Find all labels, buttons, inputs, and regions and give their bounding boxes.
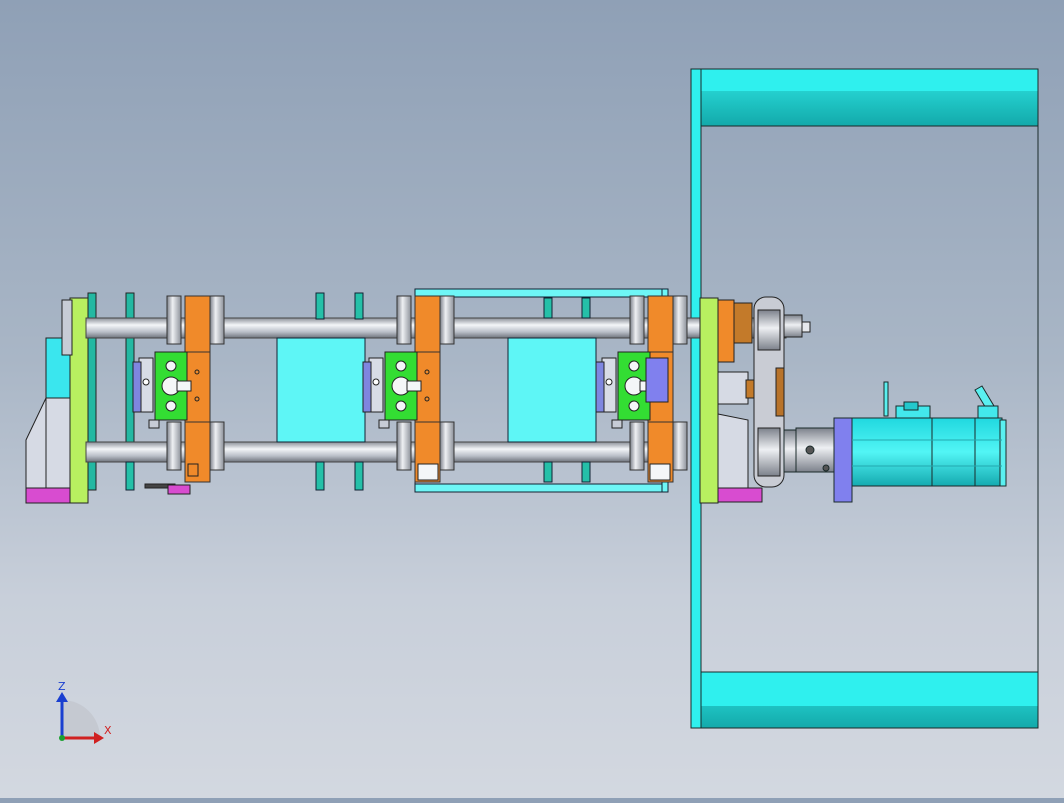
right-magenta-foot[interactable] xyxy=(717,487,763,503)
motor-flange[interactable] xyxy=(833,417,853,503)
motor-body[interactable] xyxy=(851,417,1003,487)
upper-pulley-hub[interactable] xyxy=(783,314,803,338)
z-axis-label: Z xyxy=(58,680,66,693)
right-plate-block[interactable] xyxy=(717,371,749,405)
servo-motor[interactable] xyxy=(783,381,1007,503)
left-plate[interactable] xyxy=(69,297,89,504)
right-bearing-block[interactable] xyxy=(717,299,735,363)
cad-viewport[interactable]: Z X xyxy=(0,0,1064,798)
right-plate[interactable] xyxy=(699,297,719,504)
cad-model-view[interactable]: Z X xyxy=(0,0,1064,798)
left-plate-cap[interactable] xyxy=(61,299,73,356)
station-bolts xyxy=(187,463,671,481)
coupling[interactable] xyxy=(783,429,797,473)
axis-triad[interactable]: Z X xyxy=(56,680,112,744)
left-gray-wedge[interactable] xyxy=(25,397,71,489)
station-1-handle[interactable] xyxy=(144,483,191,495)
y-axis-dot xyxy=(59,735,65,741)
x-axis-label: X xyxy=(104,724,112,737)
